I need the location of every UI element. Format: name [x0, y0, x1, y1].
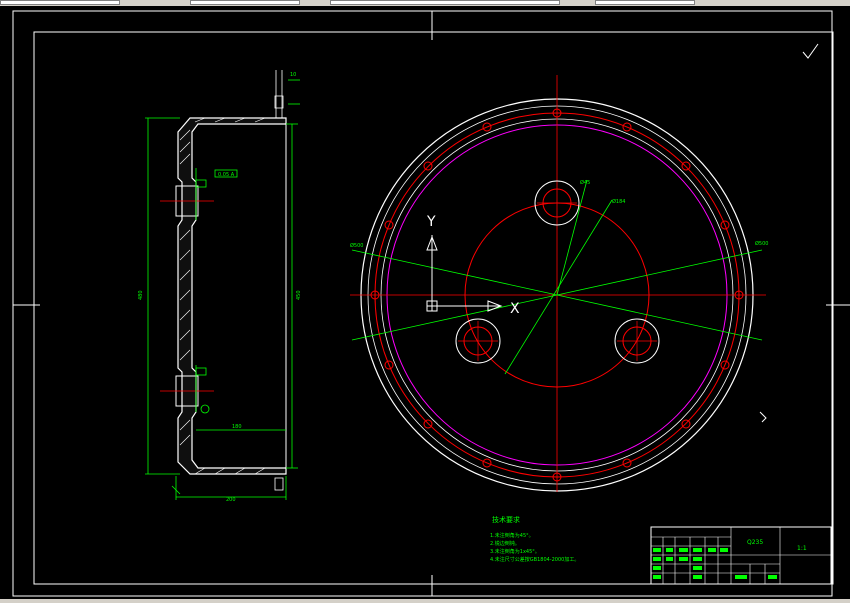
- sheet-outer-border: [12, 10, 833, 597]
- drawing-canvas[interactable]: 480 450 180 200 10 0.05 A Ø500 Ø500 Ø184…: [0, 6, 850, 599]
- section-view[interactable]: 480 450 180 200 10 0.05 A: [138, 70, 302, 503]
- lineweight-dropdown[interactable]: [330, 0, 560, 5]
- section-dimensions: [145, 79, 300, 500]
- bore-holes: [455, 180, 660, 364]
- svg-text:0.05 A: 0.05 A: [218, 172, 235, 178]
- title-block-scale: 1:1: [797, 545, 807, 552]
- ucs-icon: [426, 235, 503, 312]
- notes-item: 3.未注倒角为1x45°。: [490, 548, 540, 555]
- section-dimension-text: 480 450 180 200 10 0.05 A: [138, 72, 302, 503]
- layer-dropdown[interactable]: [0, 0, 120, 5]
- linetype-dropdown[interactable]: [190, 0, 300, 5]
- technical-notes: 技术要求 1.未注倒角为45°。 2.锐边倒钝。 3.未注倒角为1x45°。 4…: [490, 515, 579, 563]
- svg-text:480: 480: [138, 290, 144, 300]
- svg-text:Ø45: Ø45: [580, 179, 590, 186]
- plan-view[interactable]: Ø500 Ø500 Ø184 Ø45: [350, 43, 819, 492]
- sheet-inner-border: [33, 31, 834, 585]
- svg-text:Ø500: Ø500: [755, 240, 768, 247]
- svg-text:180: 180: [232, 424, 242, 430]
- svg-text:450: 450: [296, 290, 302, 300]
- svg-text:200: 200: [226, 497, 236, 503]
- title-block-material: Q235: [747, 539, 763, 546]
- svg-text:10: 10: [290, 72, 296, 78]
- notes-item: 1.未注倒角为45°。: [490, 532, 534, 539]
- svg-text:Ø184: Ø184: [612, 198, 625, 205]
- ucs-y-label: Y: [426, 214, 436, 230]
- svg-text:Ø500: Ø500: [350, 242, 363, 249]
- notes-item: 4.未注尺寸公差按GB1804-2000加工。: [490, 556, 579, 563]
- plotstyle-dropdown[interactable]: [595, 0, 695, 5]
- ucs-x-label: X: [510, 301, 520, 317]
- command-line[interactable]: [0, 599, 850, 603]
- notes-item: 2.锐边倒钝。: [490, 540, 520, 547]
- notes-title: 技术要求: [492, 515, 520, 524]
- title-block: Q235 1:1: [650, 526, 832, 585]
